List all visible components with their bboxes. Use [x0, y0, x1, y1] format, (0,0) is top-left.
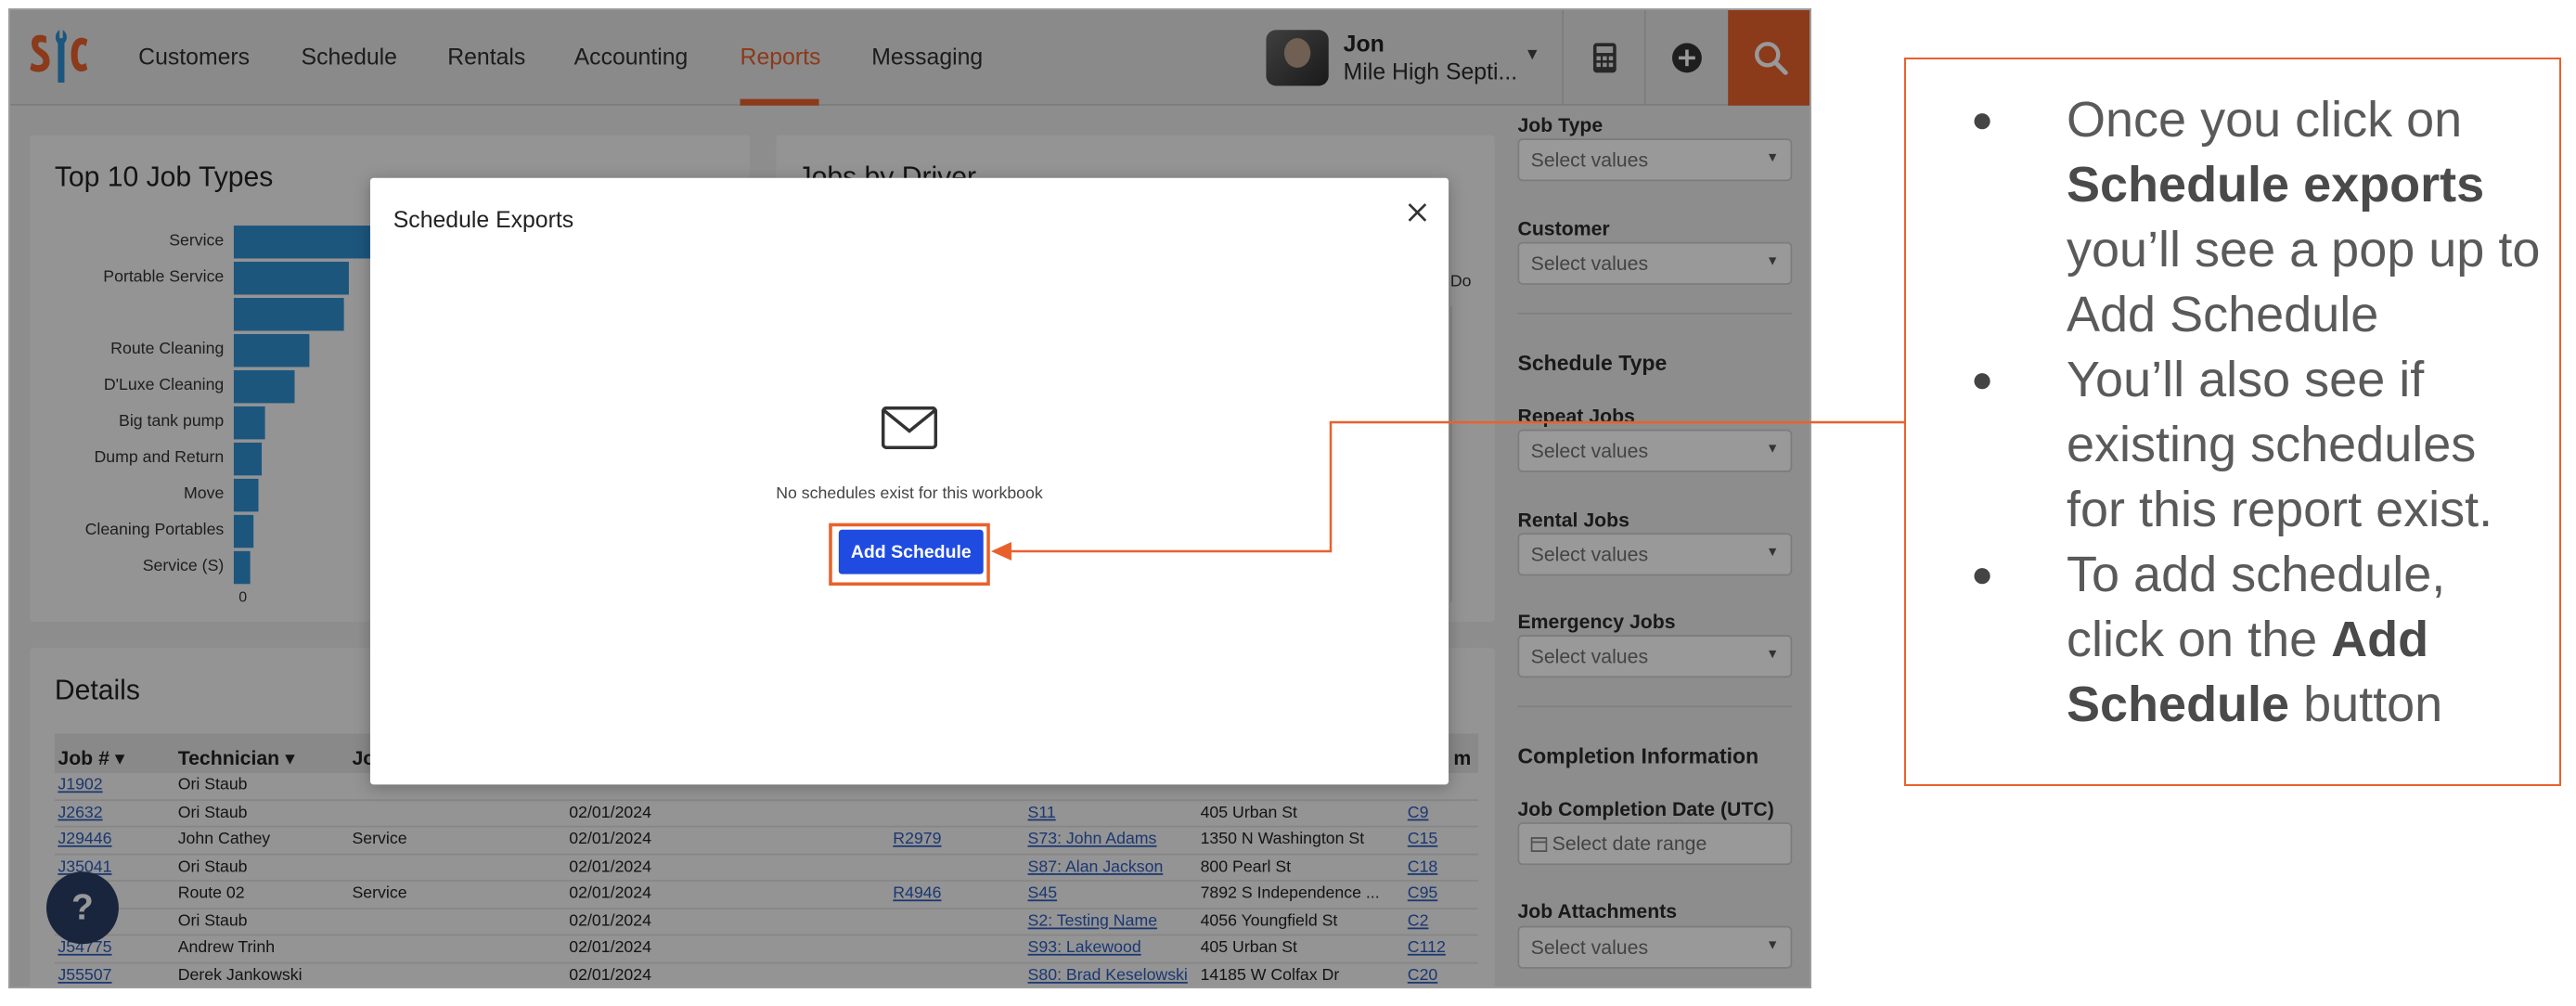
app-stage: Customers Schedule Rentals Accounting Re… — [10, 10, 1810, 987]
app-screenshot: Customers Schedule Rentals Accounting Re… — [8, 8, 1811, 988]
callout-bullet: ● To add schedule, click on the Add Sched… — [1971, 547, 2446, 732]
empty-state-text: No schedules exist for this workbook — [776, 484, 1043, 504]
callout-bullet: ● You’ll also see if existing schedules f… — [1971, 352, 2493, 537]
callout-bullet: ● Once you click on Schedule exports you’… — [1971, 92, 2541, 342]
close-icon[interactable] — [1406, 200, 1429, 224]
envelope-icon — [881, 406, 938, 449]
modal-title: Schedule Exports — [393, 205, 574, 233]
instruction-callout: ● Once you click on Schedule exports you’… — [1904, 58, 2561, 786]
schedule-exports-modal: Schedule Exports No schedules exist for … — [369, 177, 1449, 785]
add-schedule-button[interactable]: Add Schedule — [838, 529, 984, 574]
tutorial-slide: Customers Schedule Rentals Accounting Re… — [0, 0, 2576, 1006]
